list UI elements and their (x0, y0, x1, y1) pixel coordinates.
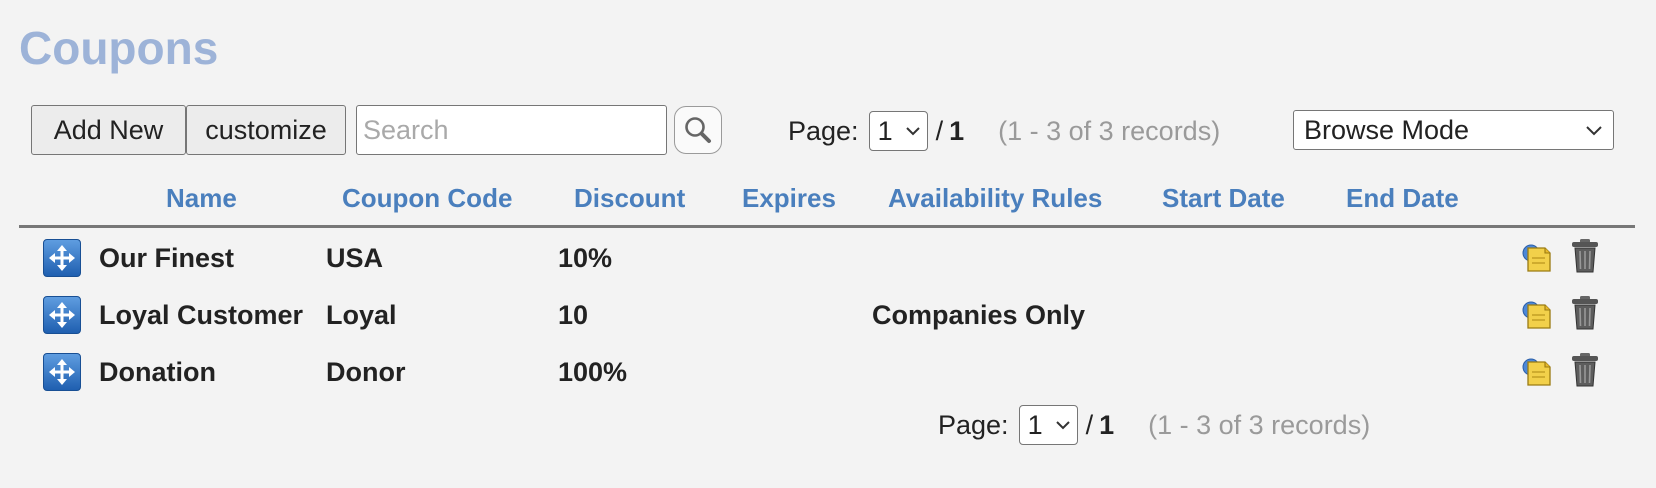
cell-coupon-code: Loyal (326, 300, 397, 330)
cell-coupon-code: Donor (326, 357, 406, 387)
page-title: Coupons (19, 22, 219, 74)
pager-records: (1 - 3 of 3 records) (998, 115, 1221, 146)
magnifier-icon (685, 117, 711, 143)
column-header-start-date[interactable]: Start Date (1162, 180, 1285, 216)
page-select-value: 1 (1027, 409, 1043, 440)
pager-separator: / (1085, 409, 1094, 440)
pager-top: Page: 1 / 1 (1 - 3 of 3 records) (788, 111, 1220, 151)
cell-name: Donation (99, 357, 216, 387)
add-new-button[interactable]: Add New (31, 105, 186, 155)
customize-button[interactable]: customize (186, 105, 346, 155)
pager-total: 1 (949, 115, 965, 146)
chevron-down-icon (1055, 421, 1070, 430)
cell-name: Loyal Customer (99, 300, 304, 330)
cell-discount: 10 (558, 300, 589, 330)
cell-name: Our Finest (99, 243, 235, 273)
page-select[interactable]: 1 (868, 111, 928, 151)
mode-select[interactable]: Browse Mode (1293, 110, 1614, 150)
chevron-down-icon (1586, 125, 1602, 135)
cell-discount: 10% (558, 243, 613, 273)
column-header-discount[interactable]: Discount (574, 180, 685, 216)
search-input[interactable] (356, 105, 667, 155)
page-select-value: 1 (877, 115, 893, 146)
cell-availability-rules: Companies Only (872, 300, 1086, 330)
chevron-down-icon (905, 127, 920, 136)
edit-record-icon[interactable] (1519, 239, 1555, 277)
table-row: Our Finest USA 10% (19, 230, 1635, 286)
table-row: Loyal Customer Loyal 10 Companies Only (19, 287, 1635, 343)
pager-total: 1 (1099, 409, 1115, 440)
pager-label: Page: (788, 115, 859, 146)
cell-discount: 100% (558, 357, 628, 387)
cell-coupon-code: USA (326, 243, 384, 273)
mode-select-value: Browse Mode (1304, 114, 1470, 145)
pager-bottom: Page: 1 / 1 (1 - 3 of 3 records) (938, 405, 1370, 445)
trash-icon[interactable] (1570, 237, 1600, 275)
trash-icon[interactable] (1570, 294, 1600, 332)
edit-record-icon[interactable] (1519, 353, 1555, 391)
pager-separator: / (935, 115, 944, 146)
edit-record-icon[interactable] (1519, 296, 1555, 334)
header-divider (19, 225, 1635, 228)
move-arrows-icon[interactable] (43, 239, 81, 277)
column-header-end-date[interactable]: End Date (1346, 180, 1459, 216)
pager-label: Page: (938, 409, 1009, 440)
move-arrows-icon[interactable] (43, 353, 81, 391)
search-button[interactable] (674, 106, 722, 154)
table-row: Donation Donor 100% (19, 344, 1635, 400)
pager-records: (1 - 3 of 3 records) (1148, 409, 1371, 440)
move-arrows-icon[interactable] (43, 296, 81, 334)
column-header-expires[interactable]: Expires (742, 180, 836, 216)
trash-icon[interactable] (1570, 351, 1600, 389)
page-select[interactable]: 1 (1018, 405, 1078, 445)
column-header-availability-rules[interactable]: Availability Rules (888, 180, 1102, 216)
column-header-coupon-code[interactable]: Coupon Code (342, 180, 512, 216)
column-header-name[interactable]: Name (166, 180, 237, 216)
